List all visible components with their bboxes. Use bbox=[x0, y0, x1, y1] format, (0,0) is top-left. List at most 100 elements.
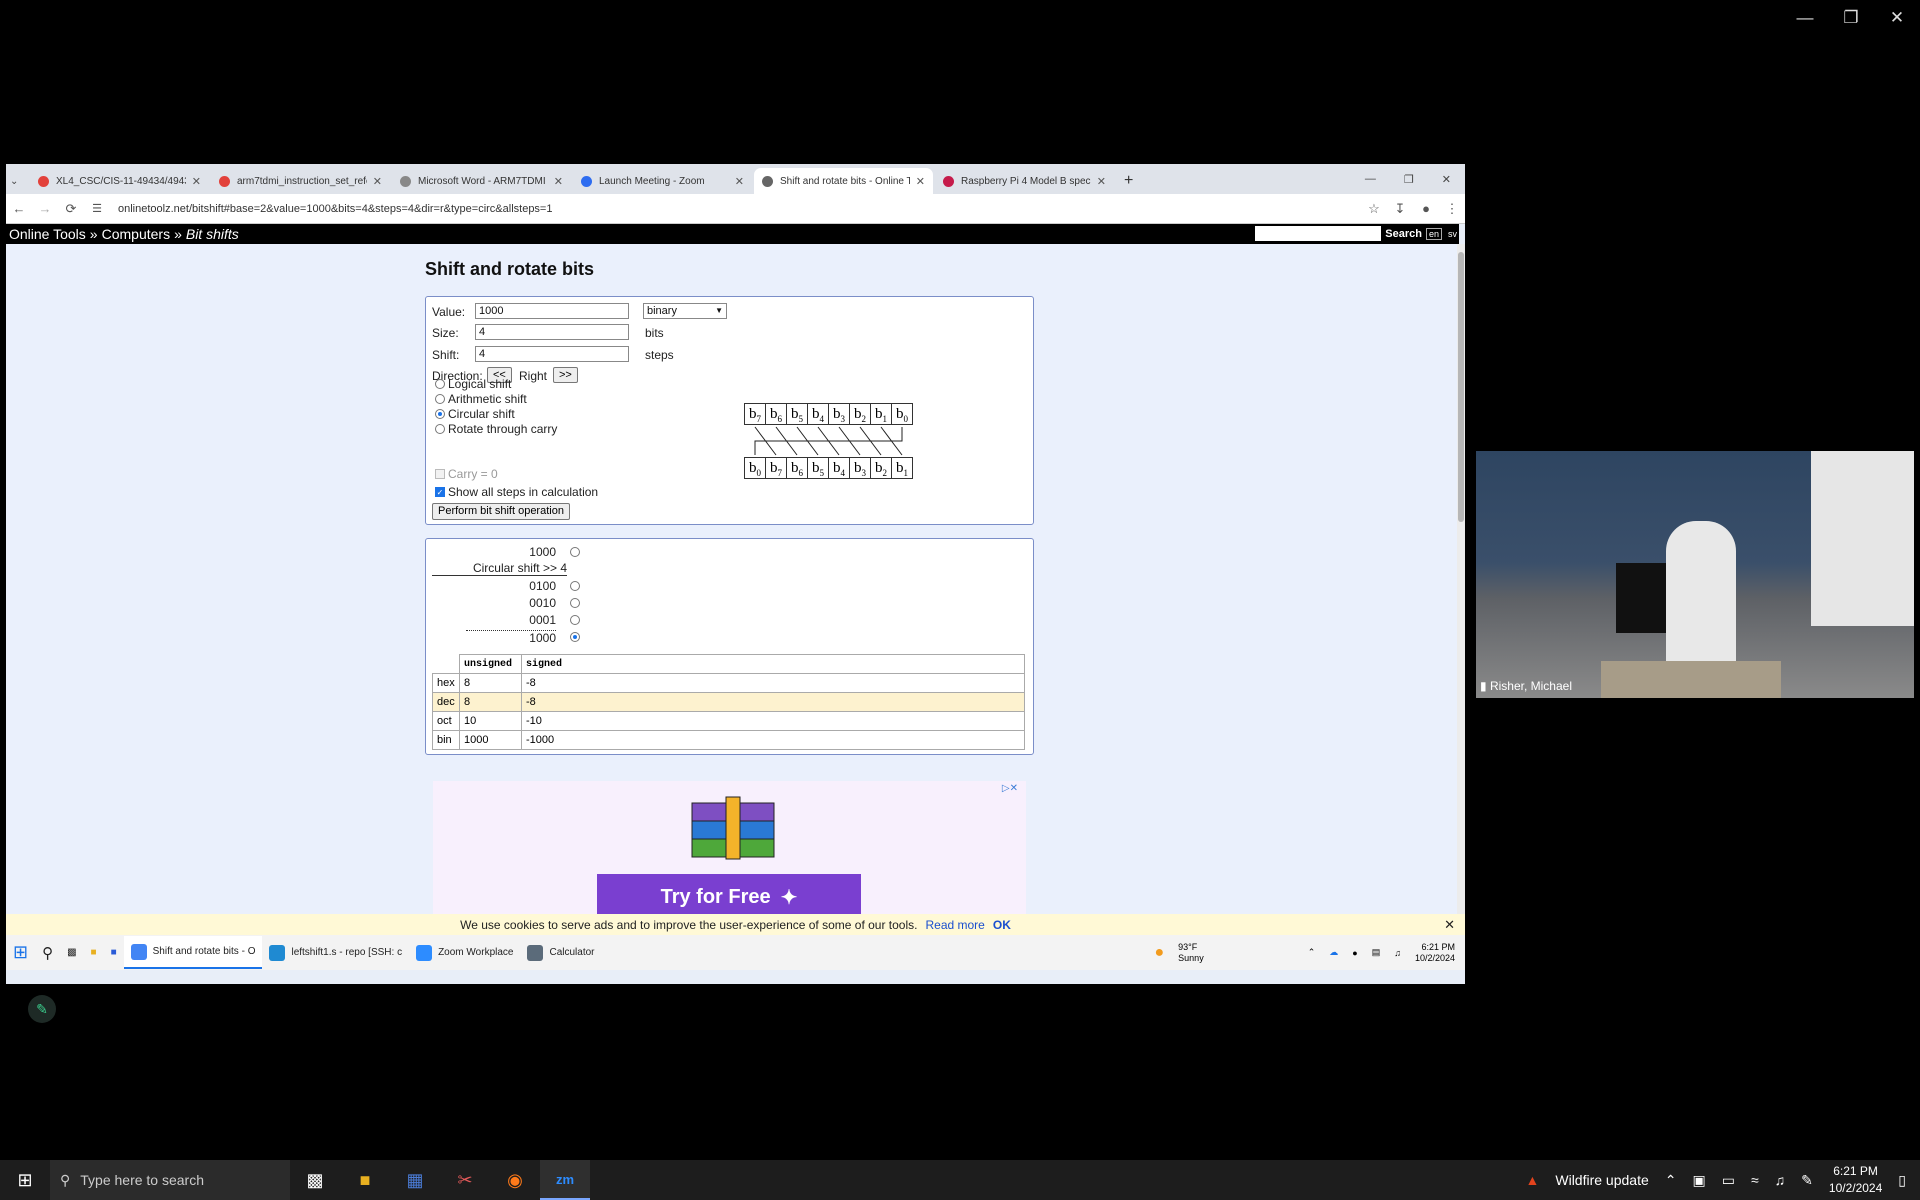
cookie-banner: We use cookies to serve ads and to impro… bbox=[6, 914, 1465, 935]
browser-tab[interactable]: Microsoft Word - ARM7TDMI In ✕ bbox=[392, 168, 571, 194]
file-explorer-icon[interactable]: ■ bbox=[84, 936, 104, 969]
wifi-icon[interactable]: ≈ bbox=[1751, 1172, 1759, 1188]
weather[interactable]: 93°F Sunny bbox=[1178, 942, 1204, 964]
result-step: 0001 bbox=[529, 613, 556, 627]
ad-cta-label: Try for Free bbox=[660, 885, 771, 908]
breadcrumb-computers[interactable]: Computers bbox=[102, 226, 170, 242]
remote-clock[interactable]: 6:21 PM 10/2/2024 bbox=[1415, 942, 1455, 964]
search-icon[interactable]: ⚲ bbox=[35, 936, 60, 969]
show-steps-checkbox[interactable]: ✓ bbox=[435, 487, 445, 497]
breadcrumb-online-tools[interactable]: Online Tools bbox=[9, 226, 86, 242]
shift-type-radio[interactable] bbox=[435, 394, 445, 404]
tab-close-icon[interactable]: ✕ bbox=[373, 175, 382, 188]
cookie-read-more-link[interactable]: Read more bbox=[925, 918, 984, 932]
task-view-icon[interactable]: ▩ bbox=[290, 1160, 340, 1200]
chevron-up-icon[interactable]: ⌃ bbox=[1665, 1172, 1677, 1189]
mic-icon[interactable]: ● bbox=[1352, 948, 1357, 958]
task-view-icon[interactable]: ▩ bbox=[60, 936, 83, 969]
url-field[interactable]: onlinetoolz.net/bitshift#base=2&value=10… bbox=[118, 203, 1361, 215]
chevron-down-icon: ▼ bbox=[715, 306, 723, 315]
restore-button[interactable]: ❐ bbox=[1828, 8, 1874, 28]
file-explorer-icon[interactable]: ■ bbox=[340, 1160, 390, 1200]
value-input[interactable]: 1000 bbox=[475, 303, 629, 319]
snipping-tool-icon[interactable]: ✂ bbox=[440, 1160, 490, 1200]
forward-icon[interactable]: → bbox=[32, 201, 58, 216]
remote-taskbar-app[interactable]: Zoom Workplace bbox=[409, 936, 520, 969]
step-radio[interactable] bbox=[570, 598, 580, 608]
size-input[interactable]: 4 bbox=[475, 324, 629, 340]
meet-now-icon[interactable]: ▣ bbox=[1693, 1172, 1706, 1189]
step-radio[interactable] bbox=[570, 581, 580, 591]
bookmark-star-icon[interactable]: ☆ bbox=[1361, 201, 1387, 217]
search-button[interactable]: Search bbox=[1385, 228, 1422, 240]
clock[interactable]: 6:21 PM 10/2/2024 bbox=[1829, 1163, 1882, 1197]
site-header: Online Tools » Computers » Bit shifts Se… bbox=[6, 224, 1459, 244]
onedrive-icon[interactable]: ☁ bbox=[1329, 947, 1338, 958]
volume-icon[interactable]: ♫ bbox=[1775, 1172, 1786, 1188]
browser-tab[interactable]: XL4_CSC/CIS-11-49434/49433 ✕ bbox=[30, 168, 209, 194]
profile-icon[interactable]: ● bbox=[1413, 201, 1439, 216]
cookie-close-icon[interactable]: ✕ bbox=[1444, 917, 1455, 933]
site-search-input[interactable] bbox=[1255, 226, 1382, 241]
taskbar-search[interactable]: ⚲ Type here to search bbox=[50, 1160, 290, 1200]
browser-tab[interactable]: arm7tdmi_instruction_set_refer ✕ bbox=[211, 168, 390, 194]
tab-close-icon[interactable]: ✕ bbox=[735, 175, 744, 188]
browser-tab[interactable]: Shift and rotate bits - Online To ✕ bbox=[754, 168, 933, 194]
step-radio[interactable] bbox=[570, 615, 580, 625]
calculator-icon[interactable]: ▦ bbox=[390, 1160, 440, 1200]
annotate-pencil-icon[interactable]: ✎ bbox=[28, 995, 56, 1023]
tab-close-icon[interactable]: ✕ bbox=[554, 175, 563, 188]
browser-tab[interactable]: Launch Meeting - Zoom ✕ bbox=[573, 168, 752, 194]
reload-icon[interactable]: ⟳ bbox=[58, 201, 84, 217]
tab-close-icon[interactable]: ✕ bbox=[192, 175, 201, 188]
shift-type-radio[interactable] bbox=[435, 379, 445, 389]
lang-sv-button[interactable]: sv bbox=[1446, 229, 1459, 239]
scrollbar-thumb[interactable] bbox=[1458, 252, 1464, 522]
menu-kebab-icon[interactable]: ⋮ bbox=[1439, 201, 1465, 217]
remote-taskbar-app[interactable]: Shift and rotate bits - O bbox=[123, 936, 263, 969]
row-signed: -1000 bbox=[521, 730, 1025, 750]
new-tab-button[interactable]: + bbox=[1116, 168, 1142, 194]
notifications-icon[interactable]: ▯ bbox=[1898, 1172, 1906, 1189]
browser-tab[interactable]: Raspberry Pi 4 Model B specific ✕ bbox=[935, 168, 1114, 194]
zoom-app-icon[interactable]: zm bbox=[540, 1160, 590, 1200]
back-icon[interactable]: ← bbox=[6, 201, 32, 216]
advertisement[interactable]: ▷✕ Try for Free ✦ bbox=[433, 781, 1026, 920]
shift-input[interactable]: 4 bbox=[475, 346, 629, 362]
wildfire-notification[interactable]: Wildfire update bbox=[1555, 1172, 1648, 1188]
network-icon[interactable]: ▤ bbox=[1372, 947, 1381, 958]
step-radio[interactable] bbox=[570, 547, 580, 557]
shift-right-button[interactable]: >> bbox=[553, 367, 578, 383]
perform-button[interactable]: Perform bit shift operation bbox=[432, 503, 570, 520]
ad-choices-icon[interactable]: ▷✕ bbox=[1002, 783, 1018, 794]
chevron-up-icon[interactable]: ⌃ bbox=[1308, 947, 1316, 958]
remote-taskbar-app[interactable]: Calculator bbox=[520, 936, 601, 969]
pen-icon[interactable]: ✎ bbox=[1801, 1172, 1813, 1189]
tab-label: Raspberry Pi 4 Model B specific bbox=[961, 175, 1091, 187]
close-button[interactable]: ✕ bbox=[1874, 8, 1920, 28]
page-scrollbar[interactable] bbox=[1457, 244, 1465, 914]
minimize-button[interactable]: — bbox=[1782, 8, 1828, 28]
row-base: oct bbox=[432, 711, 460, 731]
base-select[interactable]: binary ▼ bbox=[643, 303, 727, 319]
close-icon[interactable]: ✕ bbox=[1442, 173, 1451, 186]
lang-en-button[interactable]: en bbox=[1425, 227, 1442, 240]
shift-type-radio[interactable] bbox=[435, 424, 445, 434]
download-icon[interactable]: ↧ bbox=[1387, 201, 1413, 217]
shift-type-radio[interactable] bbox=[435, 409, 445, 419]
store-icon[interactable]: ■ bbox=[104, 936, 124, 969]
firefox-icon[interactable]: ◉ bbox=[490, 1160, 540, 1200]
cookie-ok-button[interactable]: OK bbox=[993, 918, 1011, 932]
restore-icon[interactable]: ❐ bbox=[1404, 173, 1414, 186]
step-radio[interactable] bbox=[570, 632, 580, 642]
tab-close-icon[interactable]: ✕ bbox=[916, 175, 925, 188]
tab-list-icon[interactable]: ⌄ bbox=[6, 168, 28, 194]
site-info-icon[interactable]: ☰ bbox=[84, 202, 110, 215]
battery-icon[interactable]: ▭ bbox=[1722, 1172, 1735, 1189]
windows-start-icon[interactable]: ⊞ bbox=[6, 936, 35, 969]
minimize-icon[interactable]: — bbox=[1365, 173, 1376, 185]
volume-icon[interactable]: ♫ bbox=[1394, 948, 1401, 958]
tab-close-icon[interactable]: ✕ bbox=[1097, 175, 1106, 188]
windows-start-icon[interactable]: ⊞ bbox=[0, 1160, 50, 1200]
remote-taskbar-app[interactable]: leftshift1.s - repo [SSH: c bbox=[262, 936, 409, 969]
